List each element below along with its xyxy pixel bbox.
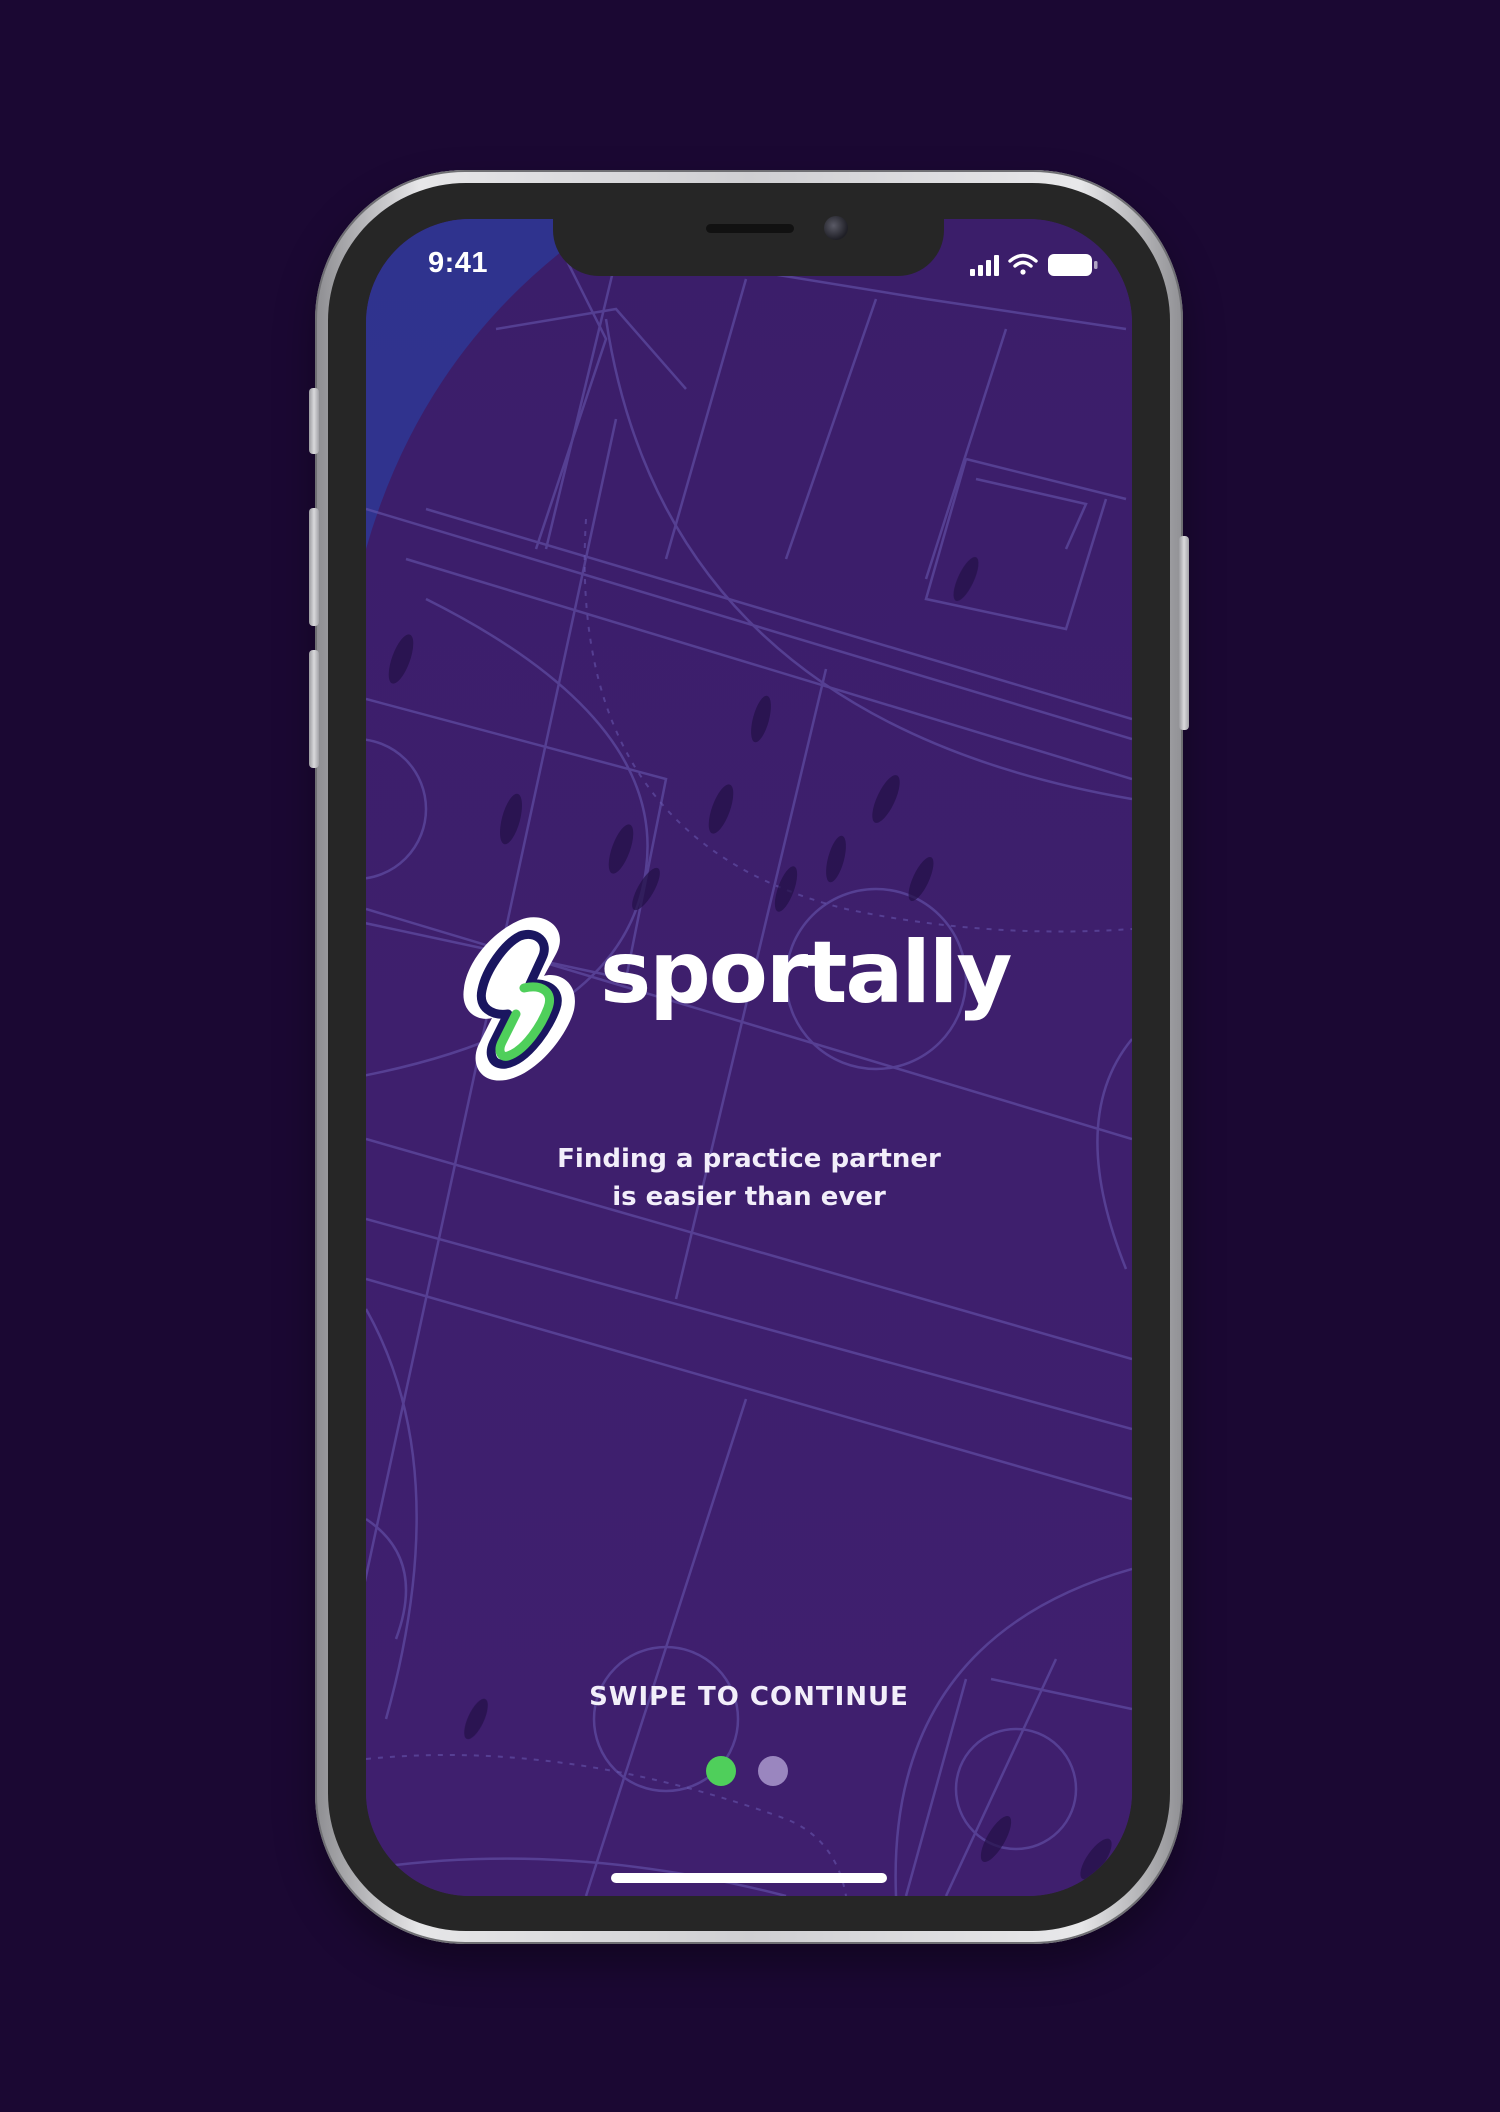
- screen-notch: [553, 210, 944, 276]
- battery-icon: [1048, 254, 1098, 276]
- brand-wordmark: sportally: [600, 923, 1012, 1023]
- front-camera: [824, 216, 848, 240]
- page-indicator[interactable]: [706, 1756, 790, 1786]
- page-background: 9:41 sportally Finding a practice partne…: [0, 0, 1500, 2112]
- page-dot-inactive[interactable]: [758, 1756, 788, 1786]
- earpiece-speaker: [706, 224, 794, 233]
- tagline-line-2: is easier than ever: [612, 1182, 886, 1212]
- silent-switch: [309, 388, 319, 454]
- power-button: [1179, 536, 1189, 730]
- cellular-signal-icon: [970, 255, 999, 276]
- home-indicator[interactable]: [611, 1873, 887, 1883]
- lightning-s-logo-icon: [463, 917, 575, 1081]
- volume-down-button: [309, 650, 319, 768]
- status-icons: [970, 253, 1098, 276]
- page-dot-active[interactable]: [706, 1756, 736, 1786]
- tagline: Finding a practice partner is easier tha…: [366, 1140, 1132, 1216]
- volume-up-button: [309, 508, 319, 626]
- tagline-line-1: Finding a practice partner: [557, 1144, 941, 1174]
- swipe-to-continue-label: SWIPE TO CONTINUE: [589, 1682, 909, 1712]
- wifi-icon: [1008, 253, 1038, 275]
- status-time: 9:41: [428, 247, 489, 279]
